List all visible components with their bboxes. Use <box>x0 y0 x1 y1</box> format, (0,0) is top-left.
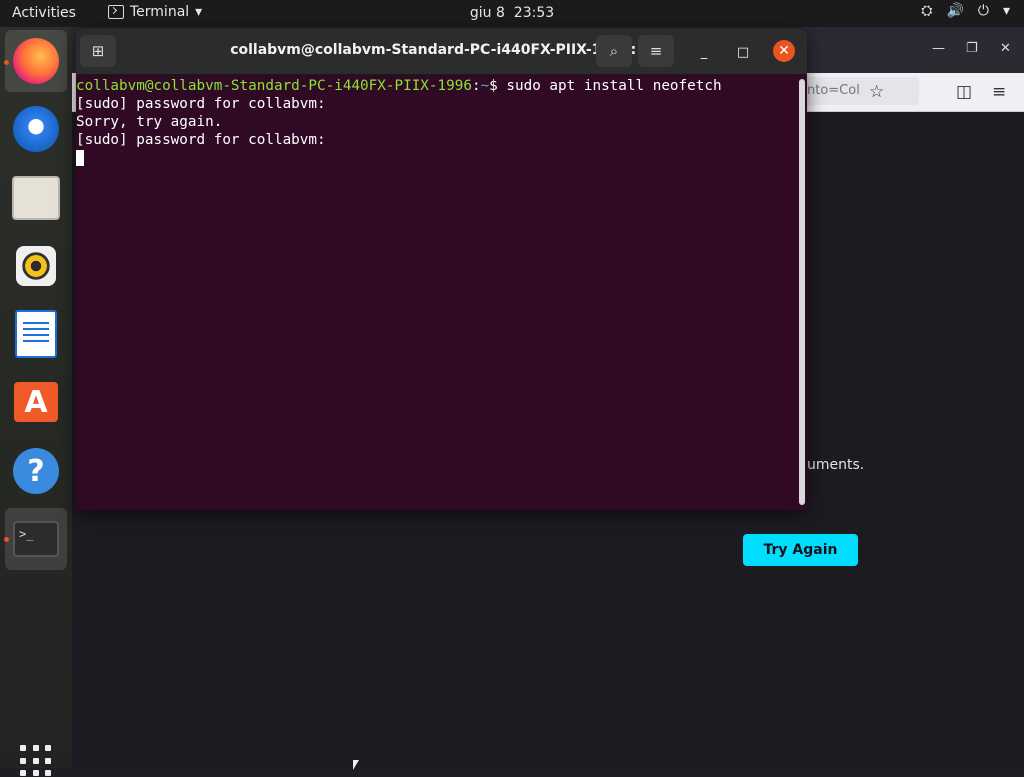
libreoffice-writer-icon <box>15 310 57 358</box>
terminal-search-button[interactable]: ⌕ <box>596 35 632 67</box>
terminal-icon: >_ <box>13 521 59 557</box>
input-line <box>76 149 796 167</box>
running-indicator <box>4 537 9 542</box>
browser-minimize-button[interactable]: — <box>932 41 945 56</box>
dock-item-terminal[interactable]: >_ <box>5 508 67 570</box>
browser-menu-icon[interactable]: ≡ <box>992 82 1006 102</box>
firefox-icon <box>13 38 59 84</box>
power-icon: ⏻ <box>977 3 989 19</box>
prompt-user-host: collabvm@collabvm-Standard-PC-i440FX-PII… <box>76 78 472 94</box>
dock-item-help[interactable]: ? <box>5 440 67 502</box>
try-again-button[interactable]: Try Again <box>743 534 858 566</box>
dock-item-writer[interactable] <box>5 303 67 365</box>
dock-item-files[interactable] <box>5 167 67 229</box>
activities-button[interactable]: Activities <box>12 5 76 21</box>
terminal-scrollbar[interactable] <box>799 79 805 505</box>
terminal-minimize-button[interactable]: _ <box>693 41 715 63</box>
prompt-separator: : <box>471 78 481 94</box>
dock: A ? >_ <box>0 27 72 777</box>
files-icon <box>12 176 60 220</box>
rhythmbox-icon <box>16 246 56 286</box>
pocket-icon[interactable]: ◫ <box>956 82 972 102</box>
browser-close-button[interactable]: ✕ <box>1000 41 1011 56</box>
terminal-close-button[interactable]: ✕ <box>773 40 795 62</box>
error-description: uments. <box>807 457 865 473</box>
terminal-maximize-button[interactable]: □ <box>732 41 754 63</box>
network-icon: ⛭ <box>921 3 933 19</box>
dock-item-rhythmbox[interactable] <box>5 235 67 297</box>
bookmark-star-icon[interactable]: ☆ <box>869 82 884 102</box>
show-applications-icon[interactable] <box>20 745 52 777</box>
terminal-app-icon <box>108 5 124 19</box>
hamburger-menu-icon: ≡ <box>649 42 663 60</box>
prompt-path: ~ <box>480 78 490 94</box>
dock-item-software[interactable]: A <box>5 371 67 433</box>
close-icon: ✕ <box>778 43 790 59</box>
mouse-pointer <box>353 760 359 770</box>
terminal-headerbar: ⊞ collabvm@collabvm-Standard-PC-i440FX-P… <box>76 29 807 75</box>
output-line: Sorry, try again. <box>76 114 223 130</box>
search-icon: ⌕ <box>609 42 619 60</box>
terminal-window[interactable]: ⊞ collabvm@collabvm-Standard-PC-i440FX-P… <box>76 29 807 510</box>
thunderbird-icon <box>13 106 59 152</box>
terminal-output[interactable]: collabvm@collabvm-Standard-PC-i440FX-PII… <box>76 77 796 167</box>
text-cursor <box>76 150 84 166</box>
chevron-down-icon: ▾ <box>1002 3 1010 19</box>
app-menu-label: Terminal <box>130 4 190 20</box>
terminal-menu-button[interactable]: ≡ <box>638 35 674 67</box>
browser-restore-button[interactable]: ❐ <box>966 41 978 56</box>
output-line: [sudo] password for collabvm: <box>76 132 326 148</box>
running-indicator <box>4 60 9 65</box>
prompt-symbol: $ <box>489 78 507 94</box>
help-icon: ? <box>13 448 59 494</box>
chevron-down-icon: ▾ <box>195 4 203 20</box>
prompt-line: collabvm@collabvm-Standard-PC-i440FX-PII… <box>76 77 796 95</box>
dock-item-firefox[interactable] <box>5 30 67 92</box>
system-tray[interactable]: ⛭ 🔊 ⏻ ▾ <box>921 3 1010 19</box>
clock-button[interactable]: giu 8 23:53 <box>470 5 554 21</box>
clock-time: 23:53 <box>513 5 555 21</box>
volume-icon: 🔊 <box>946 3 964 19</box>
clock-date: giu 8 <box>469 5 505 21</box>
dock-item-thunderbird[interactable] <box>5 98 67 160</box>
url-bar[interactable]: nto=Col <box>797 77 919 105</box>
command-text: sudo apt install neofetch <box>506 78 722 94</box>
ubuntu-software-icon: A <box>14 382 58 422</box>
output-line: [sudo] password for collabvm: <box>76 96 326 112</box>
top-bar: Activities Terminal ▾ giu 8 23:53 ⛭ 🔊 ⏻ … <box>0 0 1024 27</box>
app-menu[interactable]: Terminal ▾ <box>108 4 202 20</box>
